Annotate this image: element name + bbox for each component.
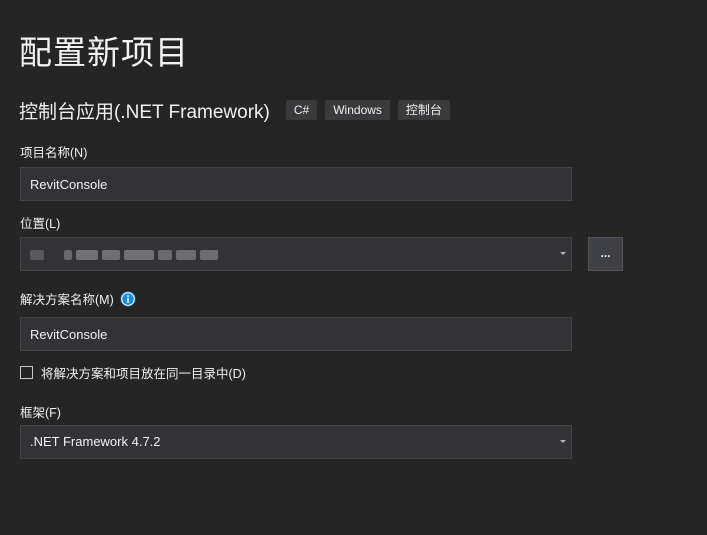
project-name-input[interactable] xyxy=(20,167,572,201)
same-directory-option[interactable]: 将解决方案和项目放在同一目录中(D) xyxy=(20,363,246,382)
page-title: 配置新项目 xyxy=(19,34,189,71)
chevron-down-icon[interactable] xyxy=(560,440,566,443)
tag-language: C# xyxy=(285,100,318,120)
framework-selected-value: .NET Framework 4.7.2 xyxy=(30,434,161,449)
tag-platform: Windows xyxy=(325,100,390,120)
solution-name-label-row: 解决方案名称(M) xyxy=(20,289,136,308)
info-icon[interactable] xyxy=(120,291,136,307)
location-combobox[interactable] xyxy=(20,237,572,271)
template-header: 控制台应用(.NET Framework) C# Windows 控制台 xyxy=(19,96,458,124)
solution-name-input[interactable] xyxy=(20,317,572,351)
project-name-label: 项目名称(N) xyxy=(20,146,88,160)
solution-name-label: 解决方案名称(M) xyxy=(20,293,114,307)
framework-dropdown[interactable]: .NET Framework 4.7.2 xyxy=(20,425,572,459)
location-label: 位置(L) xyxy=(20,217,61,231)
chevron-down-icon[interactable] xyxy=(560,252,566,255)
browse-location-button[interactable]: ... xyxy=(588,237,623,271)
same-directory-checkbox[interactable] xyxy=(20,366,33,379)
configure-new-project-dialog: 配置新项目 控制台应用(.NET Framework) C# Windows 控… xyxy=(0,0,707,535)
template-name: 控制台应用(.NET Framework) xyxy=(19,101,270,123)
obscured-location-path xyxy=(30,250,220,260)
tag-project-type: 控制台 xyxy=(397,100,450,120)
same-directory-label[interactable]: 将解决方案和项目放在同一目录中(D) xyxy=(41,363,246,382)
framework-label: 框架(F) xyxy=(20,406,61,420)
